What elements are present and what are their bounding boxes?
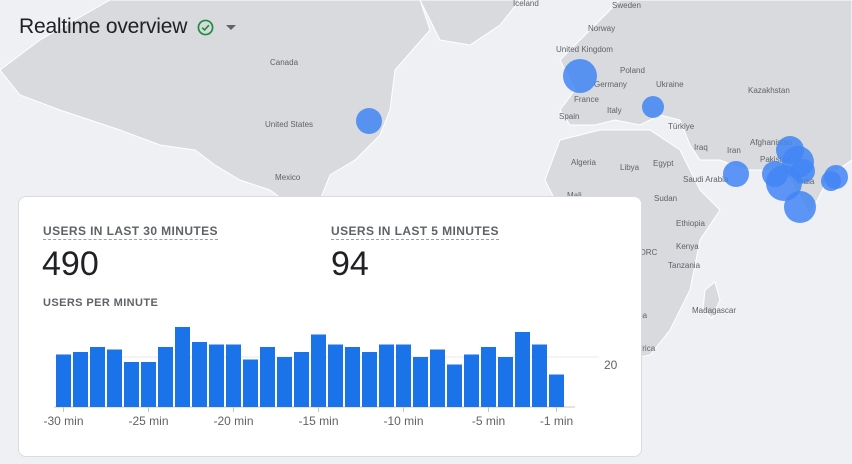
bar-minute-20[interactable]	[379, 344, 394, 408]
map-bubble[interactable]	[762, 161, 788, 187]
bar-minute-30[interactable]	[549, 374, 564, 408]
bar-minute-7[interactable]	[158, 347, 173, 407]
bar-minute-16[interactable]	[311, 334, 326, 408]
country-label-united-states: United States	[265, 120, 313, 129]
country-label-madagascar: Madagascar	[692, 306, 736, 315]
bar-minute-5[interactable]	[124, 362, 139, 407]
bar-minute-13[interactable]	[260, 347, 275, 407]
x-tick-label: -20 min	[213, 414, 253, 428]
country-label-united-kingdom: United Kingdom	[556, 45, 613, 54]
greenland-landmass	[419, 0, 521, 46]
users-per-minute-chart: 20 -30 min -25 min -20 min -15 min -10 min -5 …	[43, 327, 618, 428]
bar-minute-29[interactable]	[532, 344, 547, 408]
x-tick-label: -10 min	[383, 414, 423, 428]
country-label-ukraine: Ukraine	[656, 80, 684, 89]
country-label-saudi-arabia: Saudi Arabia	[683, 175, 729, 184]
bar-minute-14[interactable]	[277, 357, 292, 407]
bar-minute-9[interactable]	[192, 342, 207, 407]
country-label-mexico: Mexico	[275, 173, 301, 182]
country-label-sudan: Sudan	[654, 194, 677, 203]
country-label-iraq: Iraq	[694, 143, 708, 152]
bar-minute-23[interactable]	[430, 349, 445, 408]
realtime-users-card: USERS IN LAST 30 MINUTES 490 USERS IN LA…	[18, 196, 642, 457]
x-tick-label: -15 min	[298, 414, 338, 428]
country-label-algeria: Algeria	[571, 158, 596, 167]
country-label-sweden: Sweden	[612, 1, 641, 10]
bar-minute-15[interactable]	[294, 352, 309, 407]
x-tick-label: -30 min	[43, 414, 83, 428]
bar-minute-24[interactable]	[447, 364, 462, 408]
country-label-france: France	[574, 95, 599, 104]
map-bubble[interactable]	[356, 108, 382, 134]
country-label-egypt: Egypt	[653, 159, 674, 168]
page-title: Realtime overview	[19, 15, 188, 38]
bar-minute-10[interactable]	[209, 344, 224, 408]
y-tick-label: 20	[604, 358, 618, 372]
country-label-kenya: Kenya	[676, 242, 699, 251]
country-label-iceland: Iceland	[513, 0, 539, 8]
bar-minute-1[interactable]	[56, 354, 71, 408]
bar-minute-28[interactable]	[515, 332, 530, 407]
country-label-norway: Norway	[588, 24, 615, 33]
bar-minute-17[interactable]	[328, 344, 343, 408]
bar-minute-27[interactable]	[498, 357, 513, 407]
country-label-tanzania: Tanzania	[668, 261, 701, 270]
map-bubble[interactable]	[784, 191, 816, 223]
country-label-canada: Canada	[270, 58, 299, 67]
bar-minute-4[interactable]	[107, 349, 122, 408]
bar-minute-25[interactable]	[464, 354, 479, 408]
country-label-poland: Poland	[620, 66, 645, 75]
bar-minute-3[interactable]	[90, 347, 105, 407]
bar-minute-11[interactable]	[226, 344, 241, 408]
caret-down-icon[interactable]	[226, 24, 237, 30]
x-tick-label: -5 min	[472, 414, 505, 428]
country-label-germany: Germany	[594, 80, 627, 89]
check-circle-icon	[197, 19, 214, 35]
x-tick-label: -1 min	[540, 414, 573, 428]
bar-minute-8[interactable]	[175, 327, 190, 407]
bar-minute-22[interactable]	[413, 357, 428, 407]
map-bubble[interactable]	[642, 96, 664, 118]
map-bubble[interactable]	[723, 161, 749, 187]
bar-minute-26[interactable]	[481, 347, 496, 407]
x-tick-label: -25 min	[128, 414, 168, 428]
country-label-turkiye: Türkiye	[668, 122, 695, 131]
map-bubble[interactable]	[821, 171, 841, 191]
country-label-iran: Iran	[727, 146, 741, 155]
bar-minute-12[interactable]	[243, 359, 258, 408]
map-bubble[interactable]	[791, 159, 815, 183]
bar-minute-19[interactable]	[362, 352, 377, 407]
map-bubble[interactable]	[563, 59, 597, 93]
country-label-kazakhstan: Kazakhstan	[748, 86, 790, 95]
country-label-spain: Spain	[559, 112, 579, 121]
bar-minute-6[interactable]	[141, 362, 156, 407]
bar-minute-21[interactable]	[396, 344, 411, 408]
bar-minute-18[interactable]	[345, 347, 360, 407]
page-header: Realtime overview	[19, 15, 237, 39]
country-label-italy: Italy	[607, 106, 622, 115]
bar-minute-2[interactable]	[73, 352, 88, 407]
country-label-libya: Libya	[620, 163, 640, 172]
country-label-ethiopia: Ethiopia	[676, 219, 705, 228]
